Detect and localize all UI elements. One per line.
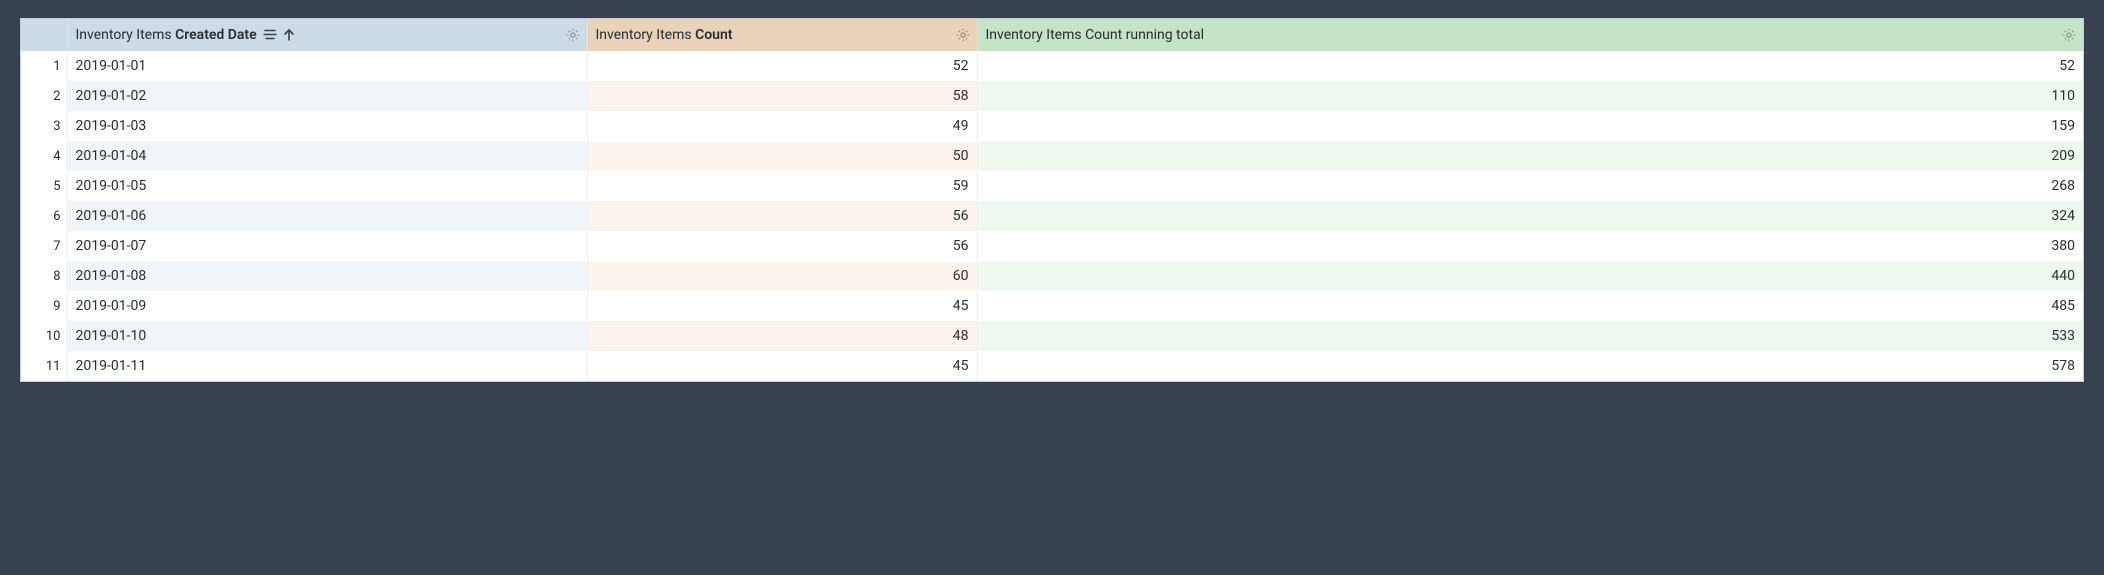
count-cell[interactable]: 48 <box>587 321 977 351</box>
table-row: 22019-01-0258110 <box>21 81 2083 111</box>
table-row: 72019-01-0756380 <box>21 231 2083 261</box>
data-table-panel: Inventory Items Created Date <box>20 18 2084 382</box>
column-header-label: Inventory Items Count running total <box>986 27 1205 43</box>
row-number-cell: 1 <box>21 51 67 81</box>
row-number-cell: 3 <box>21 111 67 141</box>
column-header-count[interactable]: Inventory Items Count <box>587 19 977 51</box>
table-row: 62019-01-0656324 <box>21 201 2083 231</box>
running-total-cell[interactable]: 110 <box>977 81 2083 111</box>
gear-icon[interactable] <box>2061 27 2077 43</box>
created-date-cell[interactable]: 2019-01-11 <box>67 351 587 381</box>
table-header-row: Inventory Items Created Date <box>21 19 2083 51</box>
table-row: 32019-01-0349159 <box>21 111 2083 141</box>
running-total-cell[interactable]: 52 <box>977 51 2083 81</box>
column-header-label: Inventory Items Created Date <box>76 27 257 43</box>
created-date-cell[interactable]: 2019-01-03 <box>67 111 587 141</box>
running-total-cell[interactable]: 578 <box>977 351 2083 381</box>
sort-ascending-icon <box>283 28 295 42</box>
row-number-cell: 7 <box>21 231 67 261</box>
pivot-icon <box>263 29 277 41</box>
table-row: 52019-01-0559268 <box>21 171 2083 201</box>
created-date-cell[interactable]: 2019-01-01 <box>67 51 587 81</box>
column-header-prefix: Inventory Items <box>596 27 696 43</box>
row-number-cell: 2 <box>21 81 67 111</box>
running-total-cell[interactable]: 533 <box>977 321 2083 351</box>
created-date-cell[interactable]: 2019-01-05 <box>67 171 587 201</box>
created-date-cell[interactable]: 2019-01-07 <box>67 231 587 261</box>
table-row: 12019-01-015252 <box>21 51 2083 81</box>
created-date-cell[interactable]: 2019-01-09 <box>67 291 587 321</box>
column-header-prefix: Inventory Items <box>76 27 176 43</box>
created-date-cell[interactable]: 2019-01-08 <box>67 261 587 291</box>
running-total-cell[interactable]: 209 <box>977 141 2083 171</box>
running-total-cell[interactable]: 440 <box>977 261 2083 291</box>
column-header-bold: Count <box>695 27 732 43</box>
row-number-cell: 9 <box>21 291 67 321</box>
count-cell[interactable]: 49 <box>587 111 977 141</box>
count-cell[interactable]: 60 <box>587 261 977 291</box>
row-number-cell: 8 <box>21 261 67 291</box>
column-header-created-date[interactable]: Inventory Items Created Date <box>67 19 587 51</box>
row-number-cell: 10 <box>21 321 67 351</box>
count-cell[interactable]: 59 <box>587 171 977 201</box>
column-header-running-total[interactable]: Inventory Items Count running total <box>977 19 2083 51</box>
row-number-cell: 11 <box>21 351 67 381</box>
row-number-cell: 6 <box>21 201 67 231</box>
count-cell[interactable]: 50 <box>587 141 977 171</box>
column-header-bold: Created Date <box>175 27 257 43</box>
count-cell[interactable]: 56 <box>587 231 977 261</box>
created-date-cell[interactable]: 2019-01-10 <box>67 321 587 351</box>
gear-icon[interactable] <box>955 27 971 43</box>
count-cell[interactable]: 58 <box>587 81 977 111</box>
running-total-cell[interactable]: 324 <box>977 201 2083 231</box>
data-table: Inventory Items Created Date <box>21 19 2083 381</box>
created-date-cell[interactable]: 2019-01-02 <box>67 81 587 111</box>
running-total-cell[interactable]: 485 <box>977 291 2083 321</box>
count-cell[interactable]: 45 <box>587 291 977 321</box>
column-header-label: Inventory Items Count <box>596 27 733 43</box>
table-row: 42019-01-0450209 <box>21 141 2083 171</box>
running-total-cell[interactable]: 380 <box>977 231 2083 261</box>
created-date-cell[interactable]: 2019-01-04 <box>67 141 587 171</box>
table-row: 92019-01-0945485 <box>21 291 2083 321</box>
count-cell[interactable]: 52 <box>587 51 977 81</box>
row-number-cell: 4 <box>21 141 67 171</box>
table-row: 82019-01-0860440 <box>21 261 2083 291</box>
table-row: 102019-01-1048533 <box>21 321 2083 351</box>
row-number-cell: 5 <box>21 171 67 201</box>
running-total-cell[interactable]: 159 <box>977 111 2083 141</box>
row-number-header <box>21 19 67 51</box>
running-total-cell[interactable]: 268 <box>977 171 2083 201</box>
count-cell[interactable]: 56 <box>587 201 977 231</box>
gear-icon[interactable] <box>565 27 581 43</box>
table-row: 112019-01-1145578 <box>21 351 2083 381</box>
count-cell[interactable]: 45 <box>587 351 977 381</box>
created-date-cell[interactable]: 2019-01-06 <box>67 201 587 231</box>
